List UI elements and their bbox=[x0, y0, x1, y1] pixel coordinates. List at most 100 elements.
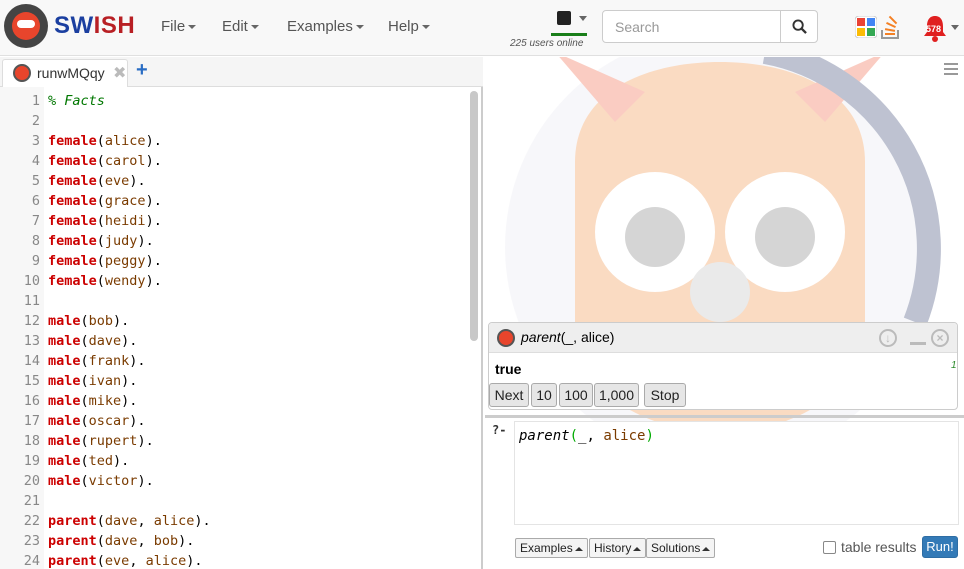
code-token: oscar bbox=[88, 413, 130, 429]
code-line: 1 % Facts bbox=[0, 91, 470, 111]
next-button[interactable]: Next bbox=[489, 383, 529, 407]
next-1000-button[interactable]: 1,000 bbox=[594, 383, 639, 407]
code-line: 19 male(ted). bbox=[0, 451, 470, 471]
code-text: male(bob). bbox=[48, 311, 129, 331]
code-line: 24 parent(eve, alice). bbox=[0, 551, 470, 569]
code-token: ( bbox=[80, 453, 89, 469]
code-line: 9 female(peggy). bbox=[0, 251, 470, 271]
code-line: 21 bbox=[0, 491, 470, 511]
next-10-button[interactable]: 10 bbox=[531, 383, 557, 407]
code-token: , bbox=[137, 513, 154, 529]
history-dropdown[interactable]: History bbox=[589, 538, 647, 558]
code-token: ). bbox=[145, 153, 162, 169]
results-panel: parent(_, alice) ↓ × true 1 Next 10 100 … bbox=[485, 57, 964, 569]
code-token: ( bbox=[96, 173, 105, 189]
code-editor[interactable]: 1% Facts 2 3 female(alice). 4 female(carol). 5… bbox=[0, 87, 481, 569]
search-button[interactable] bbox=[780, 11, 818, 42]
code-token: eve bbox=[104, 553, 130, 569]
add-tab-button[interactable]: + bbox=[136, 59, 148, 82]
line-number: 4 bbox=[31, 153, 40, 169]
code-token: % Facts bbox=[48, 93, 105, 109]
code-token: male bbox=[48, 353, 81, 369]
close-icon[interactable]: ✖ bbox=[113, 63, 126, 83]
menu-help[interactable]: Help bbox=[388, 18, 430, 35]
code-token: judy bbox=[104, 233, 138, 249]
code-token: ). bbox=[186, 553, 203, 569]
swish-logo[interactable]: SWISH bbox=[4, 4, 135, 48]
line-number: 11 bbox=[23, 293, 40, 309]
code-token: dave bbox=[88, 333, 122, 349]
code-token: alice bbox=[145, 553, 187, 569]
menu-edit[interactable]: Edit bbox=[222, 18, 259, 35]
search-input[interactable] bbox=[603, 11, 780, 42]
code-token: ( bbox=[96, 273, 105, 289]
solutions-dropdown[interactable]: Solutions bbox=[646, 538, 716, 558]
code-token: ( bbox=[80, 393, 89, 409]
menu-icon[interactable] bbox=[944, 63, 958, 78]
code-token: ( bbox=[96, 133, 105, 149]
stop-button[interactable]: Stop bbox=[644, 383, 686, 407]
examples-dropdown[interactable]: Examples bbox=[515, 538, 588, 558]
code-token: ). bbox=[145, 213, 162, 229]
query-editor[interactable]: parent(_, alice) bbox=[514, 421, 959, 525]
code-token: ( bbox=[96, 553, 105, 569]
panel-divider[interactable] bbox=[485, 415, 964, 418]
code-token: male bbox=[48, 433, 81, 449]
code-text: female(heidi). bbox=[48, 211, 162, 231]
code-token: parent bbox=[48, 553, 97, 569]
code-token: ). bbox=[129, 413, 146, 429]
code-token: heidi bbox=[104, 213, 146, 229]
code-line: 16 male(mike). bbox=[0, 391, 470, 411]
line-number: 24 bbox=[23, 553, 40, 569]
download-icon[interactable]: ↓ bbox=[879, 329, 897, 347]
code-text: male(ivan). bbox=[48, 371, 137, 391]
code-token: grace bbox=[104, 193, 146, 209]
query-prompt: ?- bbox=[492, 423, 507, 437]
chat-icon bbox=[557, 11, 571, 25]
editor-scrollbar[interactable] bbox=[470, 91, 478, 341]
code-token: ( bbox=[96, 533, 105, 549]
next-100-button[interactable]: 100 bbox=[559, 383, 593, 407]
code-token: parent bbox=[48, 513, 97, 529]
code-token: ( bbox=[96, 233, 105, 249]
code-token: ted bbox=[88, 453, 114, 469]
line-number: 14 bbox=[23, 353, 40, 369]
code-token: peggy bbox=[104, 253, 146, 269]
code-line: 5 female(eve). bbox=[0, 171, 470, 191]
code-token: dave bbox=[104, 533, 138, 549]
code-token: ( bbox=[80, 313, 89, 329]
line-number: 2 bbox=[31, 113, 40, 129]
code-token: female bbox=[48, 173, 97, 189]
menu-file[interactable]: File bbox=[161, 18, 197, 35]
close-icon[interactable]: × bbox=[931, 329, 949, 347]
table-results-checkbox[interactable] bbox=[823, 541, 836, 554]
code-token: ( bbox=[96, 513, 105, 529]
online-indicator bbox=[551, 33, 587, 36]
tab-bar: runwMQqy ✖ + bbox=[0, 57, 483, 87]
caret-down-icon[interactable] bbox=[951, 25, 959, 30]
stackoverflow-icon[interactable] bbox=[880, 14, 902, 40]
code-token: bob bbox=[153, 533, 179, 549]
tab-program[interactable]: runwMQqy ✖ bbox=[2, 59, 128, 87]
menu-examples[interactable]: Examples bbox=[287, 18, 364, 35]
run-button[interactable]: Run! bbox=[922, 536, 958, 558]
code-token: ). bbox=[129, 353, 146, 369]
caret-up-icon bbox=[702, 546, 711, 551]
code-text: male(ted). bbox=[48, 451, 129, 471]
code-text: % Facts bbox=[48, 91, 105, 111]
code-line: 13 male(dave). bbox=[0, 331, 470, 351]
code-text: female(judy). bbox=[48, 231, 154, 251]
code-token: wendy bbox=[104, 273, 146, 289]
notification-count: 578 bbox=[926, 24, 942, 34]
answer-result: true bbox=[495, 361, 522, 377]
query-text: parent(_, alice) bbox=[519, 428, 654, 444]
google-login-icon[interactable] bbox=[855, 16, 877, 38]
minimize-icon[interactable] bbox=[910, 342, 926, 345]
code-token: ( bbox=[96, 153, 105, 169]
code-token: female bbox=[48, 193, 97, 209]
chat-dropdown[interactable] bbox=[551, 11, 587, 37]
code-line: 20 male(victor). bbox=[0, 471, 470, 491]
code-token: dave bbox=[104, 513, 138, 529]
code-text: female(carol). bbox=[48, 151, 162, 171]
code-token: male bbox=[48, 373, 81, 389]
